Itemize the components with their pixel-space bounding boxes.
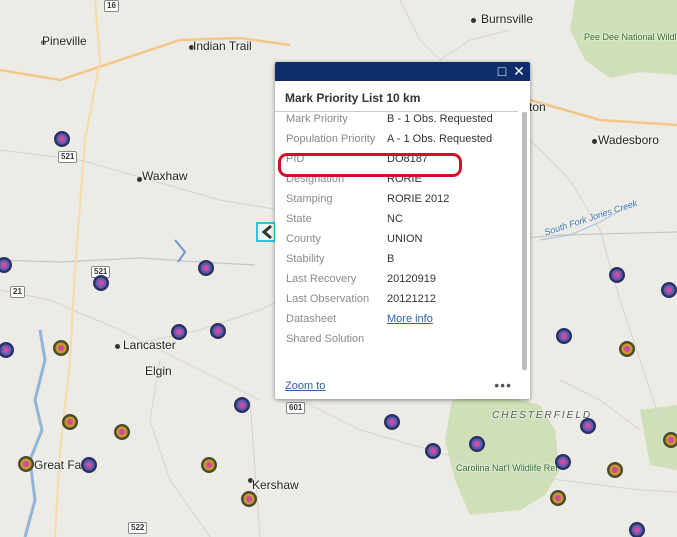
place-label-burnsville: Burnsville: [481, 12, 534, 26]
attr-row-population-priority: Population Priority A - 1 Obs. Requested: [283, 133, 493, 153]
city-dot: [592, 139, 597, 144]
attr-row-stamping: Stamping RORIE 2012: [283, 193, 493, 213]
attr-value: UNION: [387, 233, 423, 245]
park-label-carolina: Carolina Nat'l Wildlife Ref: [456, 463, 558, 473]
survey-mark-marker[interactable]: [210, 323, 226, 339]
survey-mark-marker[interactable]: [241, 491, 257, 507]
survey-mark-marker[interactable]: [93, 275, 109, 291]
attr-key: Mark Priority: [286, 113, 348, 125]
attr-value: B: [387, 253, 395, 265]
survey-mark-marker[interactable]: [114, 424, 130, 440]
road-shield: 521: [58, 151, 78, 163]
survey-mark-marker[interactable]: [198, 260, 214, 276]
attr-key: Stamping: [286, 193, 333, 205]
attr-key: Designation: [286, 173, 345, 185]
survey-mark-marker[interactable]: [53, 340, 69, 356]
attr-key: Population Priority: [286, 133, 376, 145]
popup-attributes: Mark Priority B - 1 Obs. Requested Popul…: [275, 113, 520, 373]
attr-value: RORIE 2012: [387, 193, 450, 205]
attr-value: A - 1 Obs. Requested: [387, 133, 493, 145]
attr-key: State: [286, 213, 312, 225]
survey-mark-marker[interactable]: [555, 454, 571, 470]
popup-title: Mark Priority List 10 km: [275, 81, 518, 112]
attr-value: NC: [387, 213, 403, 225]
place-label-kershaw: Kershaw: [252, 478, 299, 492]
attr-row-last-observation: Last Observation 20121212: [283, 293, 493, 313]
survey-mark-marker[interactable]: [661, 282, 677, 298]
attr-key: Shared Solution: [286, 333, 365, 345]
previous-feature-icon[interactable]: [260, 224, 276, 240]
survey-mark-marker[interactable]: [201, 457, 217, 473]
place-label-pineville: Pineville: [42, 34, 87, 48]
place-label-wadesboro: Wadesboro: [598, 133, 659, 147]
survey-mark-marker[interactable]: [384, 414, 400, 430]
popup-header: □ ✕: [275, 62, 530, 81]
survey-mark-marker[interactable]: [81, 457, 97, 473]
place-label-waxhaw: Waxhaw: [142, 169, 188, 183]
city-dot: [115, 344, 120, 349]
survey-mark-marker[interactable]: [629, 522, 645, 537]
attr-value: DO8187: [387, 153, 428, 165]
park-label-pee-dee: Pee Dee National Wildlife Refuge: [584, 32, 677, 42]
survey-mark-marker[interactable]: [171, 324, 187, 340]
attr-row-designation: Designation RORIE: [283, 173, 493, 193]
road-shield: 601: [286, 402, 306, 414]
road-shield: 16: [104, 0, 119, 12]
survey-mark-marker[interactable]: [550, 490, 566, 506]
zoom-to-link[interactable]: Zoom to: [285, 380, 325, 392]
attr-key: PID: [286, 153, 305, 165]
survey-mark-marker[interactable]: [62, 414, 78, 430]
county-label-chesterfield: CHESTERFIELD: [492, 410, 593, 421]
city-dot: [471, 18, 476, 23]
popup-scrollbar-thumb[interactable]: [522, 112, 527, 370]
attr-key: County: [286, 233, 321, 245]
feature-popup: □ ✕ Mark Priority List 10 km Mark Priori…: [275, 62, 530, 399]
more-options-icon[interactable]: •••: [494, 377, 512, 393]
survey-mark-marker[interactable]: [18, 456, 34, 472]
map-view[interactable]: Pineville Indian Trail Burnsville Waxhaw…: [0, 0, 677, 537]
attr-row-pid: PID DO8187: [283, 153, 493, 173]
attr-value: B - 1 Obs. Requested: [387, 113, 493, 125]
survey-mark-marker[interactable]: [425, 443, 441, 459]
attr-row-state: State NC: [283, 213, 493, 233]
attr-key: Last Recovery: [286, 273, 357, 285]
survey-mark-marker[interactable]: [580, 418, 596, 434]
close-icon[interactable]: ✕: [511, 64, 527, 79]
place-label-partial: ton: [529, 100, 546, 114]
survey-mark-marker[interactable]: [234, 397, 250, 413]
attr-key: Last Observation: [286, 293, 370, 305]
road-shield: 21: [10, 286, 25, 298]
survey-mark-marker[interactable]: [556, 328, 572, 344]
survey-mark-marker[interactable]: [54, 131, 70, 147]
place-label-indian-trail: Indian Trail: [193, 39, 252, 53]
maximize-icon[interactable]: □: [494, 64, 510, 79]
attr-row-datasheet: Datasheet More info: [283, 313, 493, 333]
place-label-lancaster: Lancaster: [123, 338, 176, 352]
survey-mark-marker[interactable]: [607, 462, 623, 478]
attr-value: 20120919: [387, 273, 436, 285]
attr-row-last-recovery: Last Recovery 20120919: [283, 273, 493, 293]
place-label-elgin: Elgin: [145, 364, 172, 378]
attr-key: Stability: [286, 253, 325, 265]
attr-key: Datasheet: [286, 313, 337, 325]
attr-value: 20121212: [387, 293, 436, 305]
survey-mark-marker[interactable]: [619, 341, 635, 357]
attr-row-shared-solution: Shared Solution: [283, 333, 493, 353]
popup-footer: Zoom to •••: [275, 377, 530, 399]
survey-mark-marker[interactable]: [663, 432, 677, 448]
attr-value: RORIE: [387, 173, 422, 185]
road-shield: 522: [128, 522, 148, 534]
survey-mark-marker[interactable]: [469, 436, 485, 452]
datasheet-link[interactable]: More info: [387, 313, 433, 325]
attr-row-stability: Stability B: [283, 253, 493, 273]
survey-mark-marker[interactable]: [609, 267, 625, 283]
attr-value: [384, 333, 493, 353]
attr-row-county: County UNION: [283, 233, 493, 253]
attr-value: More info: [384, 313, 493, 333]
attr-row-mark-priority: Mark Priority B - 1 Obs. Requested: [283, 113, 493, 133]
